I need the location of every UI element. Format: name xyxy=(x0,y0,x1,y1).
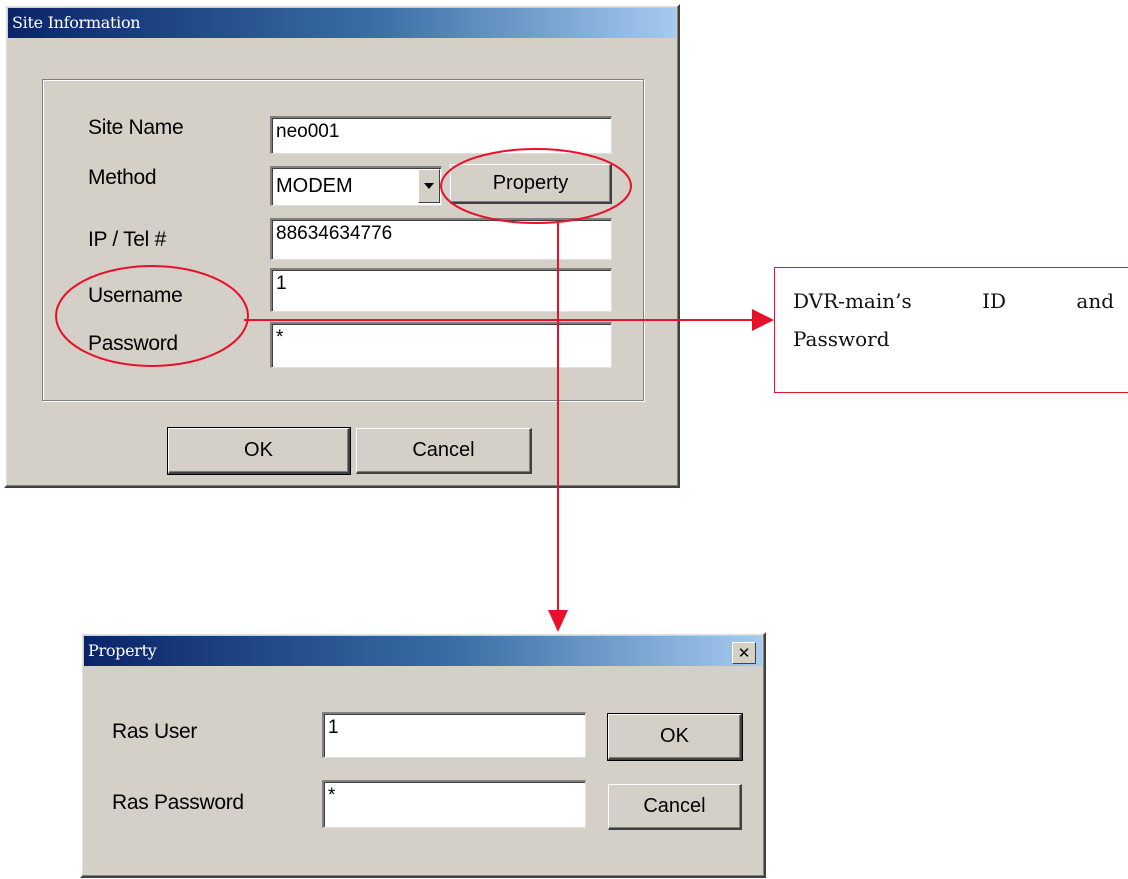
callout-word-3: and xyxy=(1076,289,1114,313)
username-label: Username xyxy=(88,284,183,307)
site-cancel-button[interactable]: Cancel xyxy=(356,428,532,474)
property-dialog: Property ✕ Ras User 1 Ras Password * OK … xyxy=(80,632,766,878)
property-arrow-head xyxy=(548,610,568,632)
method-label: Method xyxy=(88,166,157,189)
site-name-label: Site Name xyxy=(88,116,184,139)
site-dialog-title: Site Information xyxy=(8,8,676,38)
close-icon[interactable]: ✕ xyxy=(732,642,756,664)
annotation-callout: DVR-main’s ID and Password xyxy=(774,267,1128,393)
site-name-input[interactable]: neo001 xyxy=(270,116,612,154)
callout-line-1: DVR-main’s ID and xyxy=(793,282,1114,320)
ras-user-label: Ras User xyxy=(112,720,198,743)
property-ok-button[interactable]: OK xyxy=(607,713,743,761)
method-selected-value: MODEM xyxy=(276,175,353,197)
callout-word-2: ID xyxy=(982,289,1007,313)
ip-tel-label: IP / Tel # xyxy=(88,228,166,251)
ras-user-input[interactable]: 1 xyxy=(322,712,586,758)
site-information-dialog: Site Information Site Name neo001 Method… xyxy=(4,4,680,488)
property-cancel-button[interactable]: Cancel xyxy=(608,784,742,830)
site-ok-button[interactable]: OK xyxy=(167,427,351,475)
callout-word-1: DVR-main’s xyxy=(793,289,912,313)
ip-tel-input[interactable]: 88634634776 xyxy=(270,218,612,260)
credentials-arrow-head xyxy=(752,309,774,331)
ras-password-input[interactable]: * xyxy=(322,780,586,828)
callout-line-2: Password xyxy=(793,327,890,351)
property-button[interactable]: Property xyxy=(450,164,612,204)
chevron-down-icon[interactable] xyxy=(418,169,440,203)
method-select[interactable]: MODEM xyxy=(270,166,442,206)
password-label: Password xyxy=(88,332,178,355)
password-input[interactable]: * xyxy=(270,322,612,368)
property-dialog-title: Property xyxy=(84,636,762,666)
username-input[interactable]: 1 xyxy=(270,268,612,312)
ras-password-label: Ras Password xyxy=(112,791,244,814)
